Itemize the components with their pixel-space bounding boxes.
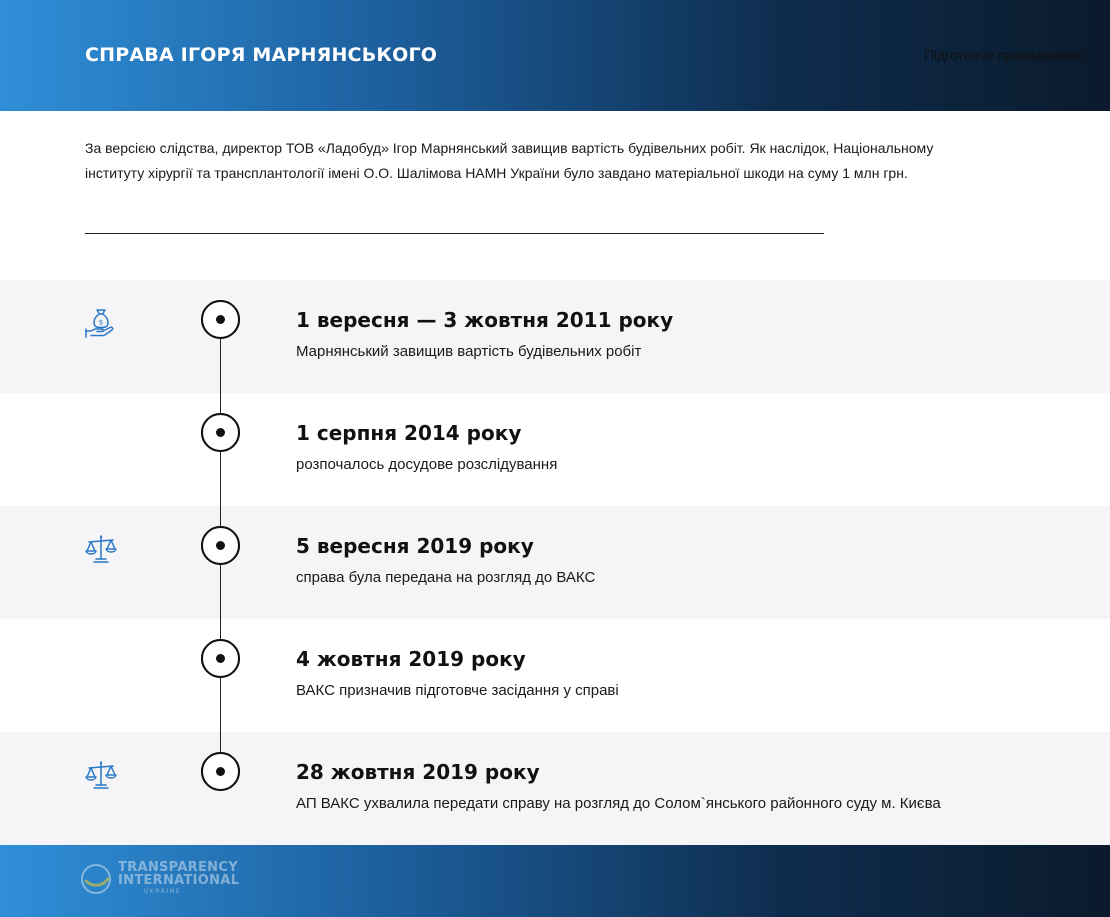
event-date: 1 серпня 2014 року [296,421,522,445]
timeline-node-dot [216,315,225,324]
event-date: 4 жовтня 2019 року [296,647,526,671]
timeline-node-dot [216,541,225,550]
timeline-event: 28 жовтня 2019 року АП ВАКС ухвалила пер… [0,732,1110,845]
scales-icon [85,761,117,789]
transparency-international-logo: TRANSPARENCY INTERNATIONAL UKRAINE [80,861,250,901]
header-banner: СПРАВА ІГОРЯ МАРНЯНСЬКОГО Підготовче про… [0,0,1110,111]
intro-divider [85,233,824,234]
timeline-node-overlay [201,526,240,565]
timeline-node-overlay [201,752,240,791]
logo-text-line3: UKRAINE [144,888,181,895]
event-description: АП ВАКС ухвалила передати справу на розг… [296,795,941,812]
timeline-node-dot [216,767,225,776]
footer-banner: TRANSPARENCY INTERNATIONAL UKRAINE [0,845,1110,917]
event-description: ВАКС призначив підготовче засідання у сп… [296,682,619,699]
event-date: 5 вересня 2019 року [296,534,534,558]
timeline-event: 4 жовтня 2019 року ВАКС призначив підгот… [0,619,1110,732]
scales-icon [85,535,117,563]
timeline: $ 1 вересня — 3 жовтня 2011 року Марнянс… [0,280,1110,845]
page-title: СПРАВА ІГОРЯ МАРНЯНСЬКОГО [85,44,438,66]
timeline-event: $ 1 вересня — 3 жовтня 2011 року Марнянс… [0,280,1110,393]
event-description: справа була передана на розгляд до ВАКС [296,569,596,586]
event-description: Марнянський завищив вартість будівельних… [296,343,642,360]
timeline-node-overlay [201,300,240,339]
event-date: 28 жовтня 2019 року [296,760,540,784]
svg-text:$: $ [99,319,103,327]
timeline-node-overlay [201,639,240,678]
money-bag-hand-icon: $ [85,309,114,338]
intro-paragraph: За версією слідства, директор ТОВ «Ладоб… [85,140,934,181]
event-description: розпочалось досудове розслідування [296,456,558,473]
timeline-event: 1 серпня 2014 року розпочалось досудове … [0,393,1110,506]
timeline-node-dot [216,428,225,437]
logo-mark-icon [81,864,111,894]
logo-text-line2: INTERNATIONAL [118,873,240,888]
timeline-node-overlay [201,413,240,452]
timeline-node-dot [216,654,225,663]
case-stage-label: Підготовче провадження [923,47,1084,63]
timeline-event: 5 вересня 2019 року справа була передана… [0,506,1110,619]
event-date: 1 вересня — 3 жовтня 2011 року [296,308,674,332]
